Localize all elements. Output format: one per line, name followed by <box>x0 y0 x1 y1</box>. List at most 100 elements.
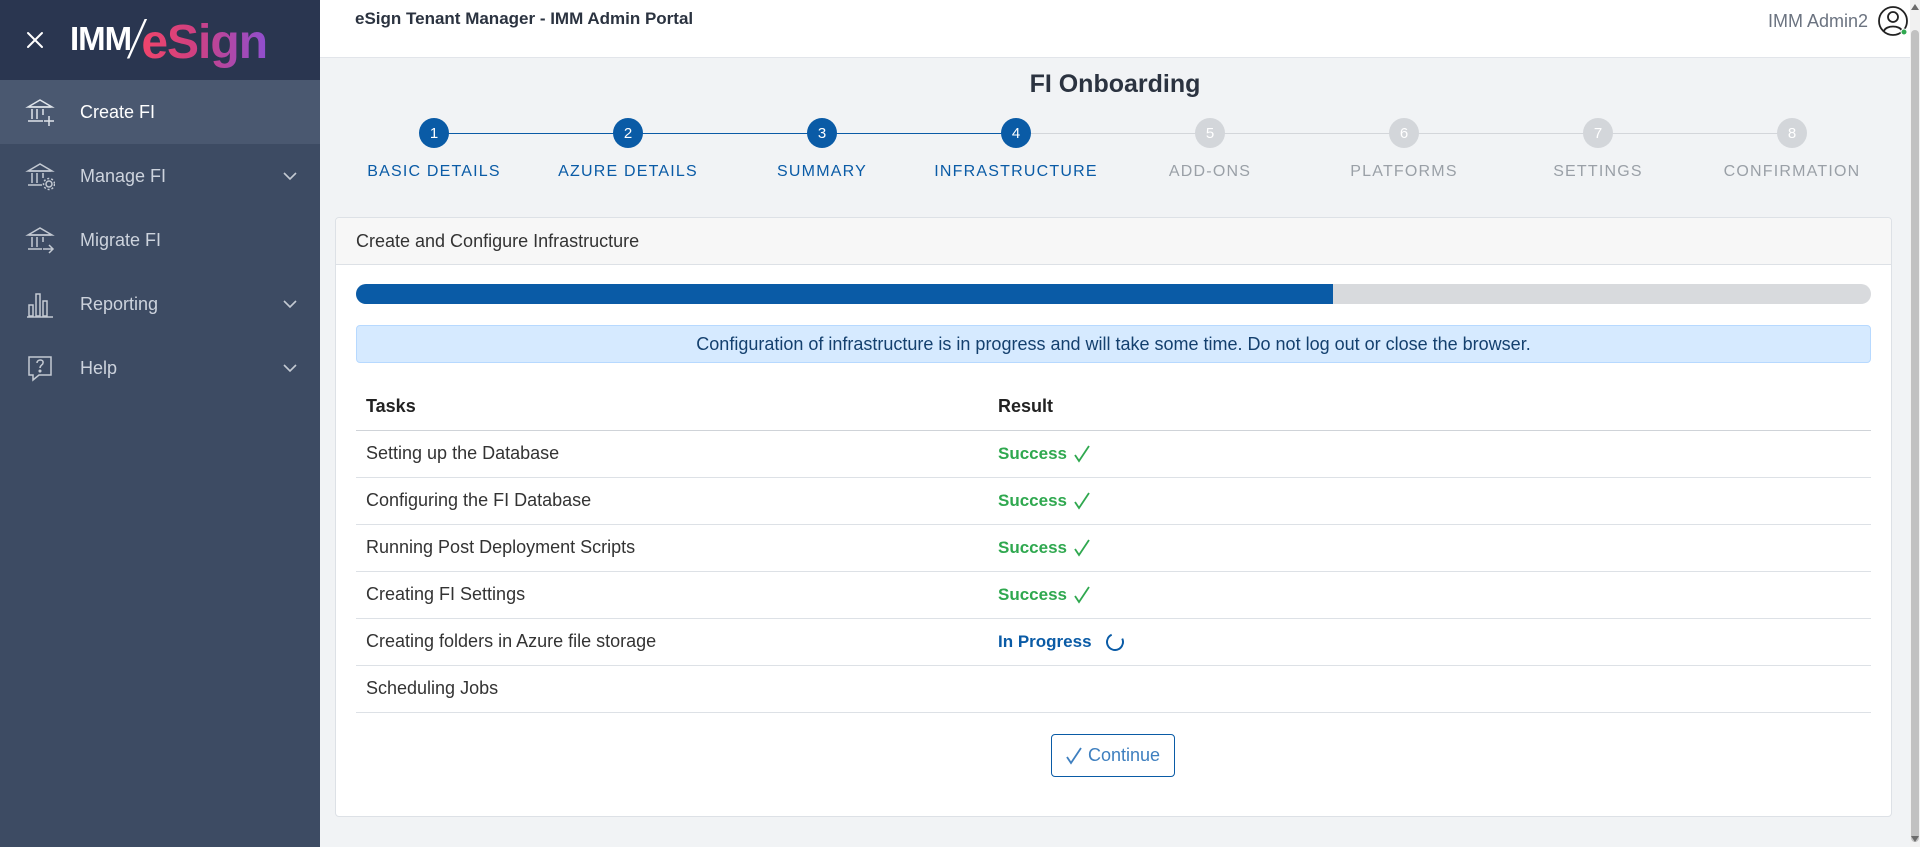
step-number: 2 <box>613 118 643 148</box>
check-icon <box>1074 445 1090 463</box>
progress-bar <box>356 284 1871 304</box>
bank-arrow-icon <box>0 225 80 255</box>
step-label: CONFIRMATION <box>1723 163 1861 180</box>
sidebar-item-manage-fi[interactable]: Manage FI <box>0 144 320 208</box>
task-result: Success <box>988 477 1871 525</box>
task-result: Success <box>988 430 1871 478</box>
close-menu-button[interactable] <box>0 0 70 80</box>
sidebar-item-migrate-fi[interactable]: Migrate FI <box>0 208 320 272</box>
step-label: ADD-ONS <box>1168 163 1252 180</box>
result-success: Success <box>998 585 1067 604</box>
check-icon <box>1074 492 1090 510</box>
spinner-icon <box>1103 630 1127 654</box>
step-infrastructure[interactable]: 4 INFRASTRUCTURE <box>919 116 1113 181</box>
user-name: IMM Admin2 <box>1767 10 1868 31</box>
chevron-down-icon <box>270 299 310 309</box>
step-number: 4 <box>1001 118 1031 148</box>
sidebar-item-label: Create FI <box>80 101 156 122</box>
table-row: Setting up the Database Success <box>356 430 1871 478</box>
top-header: eSign Tenant Manager - IMM Admin Portal … <box>320 0 1910 58</box>
logo-esign: eSign <box>141 12 268 74</box>
task-name: Creating FI Settings <box>356 571 988 619</box>
column-header-tasks: Tasks <box>356 384 988 431</box>
step-confirmation: 8 CONFIRMATION <box>1695 116 1889 181</box>
step-number: 5 <box>1195 118 1225 148</box>
sidebar-header: IMM / eSign <box>0 0 320 80</box>
scroll-down-arrow-icon[interactable] <box>1911 836 1919 842</box>
progress-bar-fill <box>356 284 1334 304</box>
task-name: Running Post Deployment Scripts <box>356 524 988 572</box>
step-label: BASIC DETAILS <box>367 163 501 180</box>
user-menu[interactable]: IMM Admin2 <box>1768 4 1910 38</box>
sidebar-item-help[interactable]: Help <box>0 336 320 400</box>
bank-gear-icon <box>0 161 80 191</box>
step-number: 7 <box>1583 118 1613 148</box>
step-platforms: 6 PLATFORMS <box>1307 116 1501 181</box>
sidebar: IMM / eSign Create FI Manage FI Migrate … <box>0 0 320 847</box>
sidebar-item-label: Help <box>80 357 118 378</box>
step-label: SETTINGS <box>1553 163 1643 180</box>
logo-imm: IMM <box>70 20 132 57</box>
check-icon <box>1074 586 1090 604</box>
result-success: Success <box>998 538 1067 557</box>
help-icon <box>0 353 80 383</box>
chevron-down-icon <box>270 171 310 181</box>
bar-chart-icon <box>0 289 80 319</box>
continue-label: Continue <box>1087 745 1161 765</box>
tasks-table: Tasks Result Setting up the Database Suc… <box>356 384 1871 713</box>
task-name: Setting up the Database <box>356 430 988 478</box>
info-alert: Configuration of infrastructure is in pr… <box>356 325 1871 363</box>
result-success: Success <box>998 491 1067 510</box>
step-number: 8 <box>1777 118 1807 148</box>
infrastructure-card: Create and Configure Infrastructure Conf… <box>335 217 1892 817</box>
step-label: INFRASTRUCTURE <box>934 163 1098 180</box>
close-icon <box>27 32 43 48</box>
table-header-row: Tasks Result <box>356 384 1871 431</box>
table-row: Configuring the FI Database Success <box>356 477 1871 525</box>
onboarding-stepper: 1 BASIC DETAILS 2 AZURE DETAILS 3 SUMMAR… <box>337 116 1907 186</box>
step-add-ons: 5 ADD-ONS <box>1113 116 1307 181</box>
scrollbar-thumb[interactable] <box>1911 30 1919 842</box>
task-result: Success <box>988 571 1871 619</box>
step-summary[interactable]: 3 SUMMARY <box>725 116 919 181</box>
result-in-progress: In Progress <box>998 630 1127 654</box>
step-number: 3 <box>807 118 837 148</box>
sidebar-nav: Create FI Manage FI Migrate FI Reporting… <box>0 80 320 400</box>
portal-title: eSign Tenant Manager - IMM Admin Portal <box>355 9 694 28</box>
task-result: In Progress <box>988 618 1871 666</box>
task-result <box>988 665 1871 713</box>
task-result: Success <box>988 524 1871 572</box>
page-scrollbar[interactable] <box>1910 0 1920 847</box>
user-avatar-icon <box>1876 4 1910 38</box>
bank-plus-icon <box>0 97 80 127</box>
result-in-progress-label: In Progress <box>998 632 1092 651</box>
step-settings: 7 SETTINGS <box>1501 116 1695 181</box>
sidebar-item-label: Manage FI <box>80 165 167 186</box>
step-basic-details[interactable]: 1 BASIC DETAILS <box>337 116 531 181</box>
sidebar-item-label: Migrate FI <box>80 229 162 250</box>
card-title: Create and Configure Infrastructure <box>336 218 1891 265</box>
sidebar-item-label: Reporting <box>80 293 159 314</box>
sidebar-item-reporting[interactable]: Reporting <box>0 272 320 336</box>
column-header-result: Result <box>988 384 1871 431</box>
step-label: AZURE DETAILS <box>558 163 698 180</box>
task-name: Creating folders in Azure file storage <box>356 618 988 666</box>
step-number: 6 <box>1389 118 1419 148</box>
result-success: Success <box>998 444 1067 463</box>
logo[interactable]: IMM / eSign <box>70 10 268 70</box>
check-icon <box>1074 539 1090 557</box>
step-azure-details[interactable]: 2 AZURE DETAILS <box>531 116 725 181</box>
task-name: Scheduling Jobs <box>356 665 988 713</box>
step-label: PLATFORMS <box>1350 163 1458 180</box>
scroll-up-arrow-icon[interactable] <box>1911 4 1919 10</box>
task-name: Configuring the FI Database <box>356 477 988 525</box>
table-row: Creating folders in Azure file storage I… <box>356 618 1871 666</box>
step-label: SUMMARY <box>777 163 867 180</box>
table-row: Creating FI Settings Success <box>356 571 1871 619</box>
table-row: Scheduling Jobs <box>356 665 1871 713</box>
chevron-down-icon <box>270 363 310 373</box>
table-row: Running Post Deployment Scripts Success <box>356 524 1871 572</box>
continue-button[interactable]: Continue <box>1051 734 1175 777</box>
sidebar-item-create-fi[interactable]: Create FI <box>0 80 320 144</box>
page-title: FI Onboarding <box>1029 70 1201 98</box>
